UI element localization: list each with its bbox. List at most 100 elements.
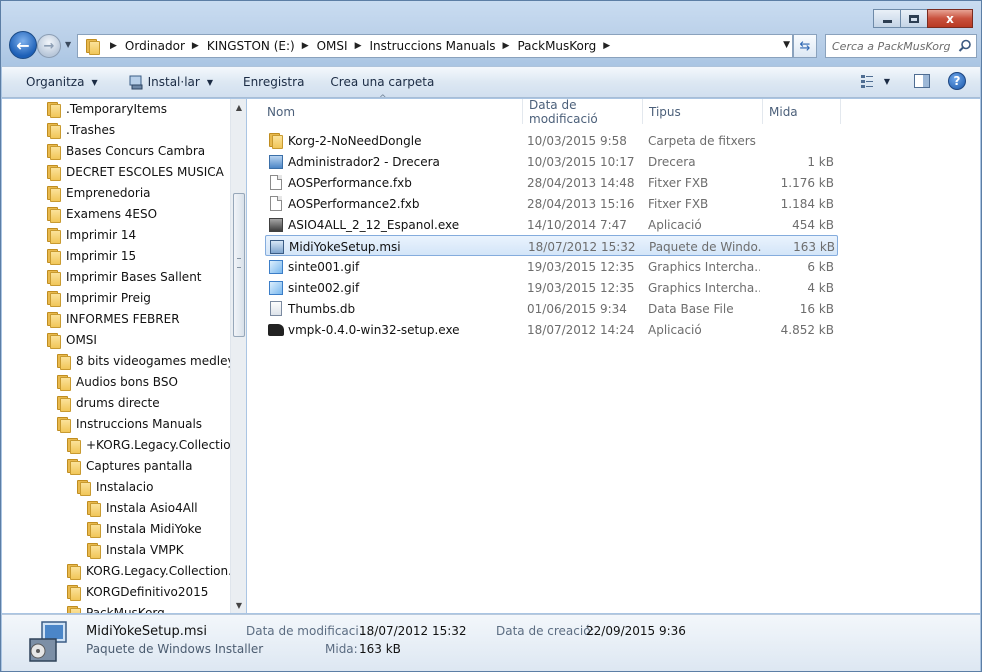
file-row[interactable]: AOSPerformance.fxb 28/04/2013 14:48 Fitxer…: [265, 172, 838, 193]
breadcrumb-item[interactable]: Ordinador: [123, 35, 187, 57]
file-row[interactable]: vmpk-0.4.0-win32-setup.exe 18/07/2012 14:…: [265, 319, 838, 340]
scroll-down-arrow[interactable]: ▼: [231, 597, 247, 613]
file-row[interactable]: AOSPerformance2.fxb 28/04/2013 15:16 Fitxe…: [265, 193, 838, 214]
file-size: [762, 130, 834, 151]
tree-item[interactable]: Instalacio: [76, 477, 153, 497]
tree-item[interactable]: drums directe: [56, 393, 160, 413]
file-row[interactable]: Administrador2 - Drecera 10/03/2015 10:17…: [265, 151, 838, 172]
tree-item-label: DECRET ESCOLES MUSICA: [66, 165, 224, 179]
file-name: vmpk-0.4.0-win32-setup.exe: [288, 322, 460, 337]
folder-icon: [66, 564, 81, 580]
folder-icon: [46, 291, 61, 307]
column-header-name[interactable]: Nom: [261, 94, 523, 124]
tree-item[interactable]: KORG.Legacy.Collection.Sp: [66, 561, 245, 581]
tree-item[interactable]: Instala VMPK: [86, 540, 184, 560]
maximize-button[interactable]: [900, 9, 928, 28]
scrollbar-thumb[interactable]: [233, 193, 245, 337]
tree-item[interactable]: Examens 4ESO: [46, 204, 157, 224]
file-name-cell: AOSPerformance.fxb: [268, 172, 518, 193]
tree-item[interactable]: Imprimir 14: [46, 225, 136, 245]
file-size: 6 kB: [807, 259, 834, 274]
organize-button[interactable]: Organitza ▼: [15, 70, 109, 94]
file-row[interactable]: ASIO4ALL_2_12_Espanol.exe 14/10/2014 7:47…: [265, 214, 838, 235]
search-input[interactable]: [832, 39, 954, 53]
preview-pane-button[interactable]: [912, 71, 932, 91]
chevron-right-icon[interactable]: ▶: [350, 41, 368, 51]
chevron-right-icon[interactable]: ▶: [297, 41, 315, 51]
tree-item[interactable]: KORGDefinitivo2015: [66, 582, 208, 602]
address-bar[interactable]: ▶ Ordinador ▶ KINGSTON (E:) ▶ OMSI ▶ Instrucci…: [77, 34, 793, 58]
tree-item[interactable]: Imprimir Preig: [46, 288, 151, 308]
tree-item[interactable]: Emprenedoria: [46, 183, 151, 203]
folder-icon: [66, 585, 81, 601]
view-options-dropdown[interactable]: ▼: [884, 77, 890, 86]
address-dropdown[interactable]: ▼: [783, 40, 790, 50]
file-row[interactable]: Thumbs.db 01/06/2015 9:34 Data Base File 16…: [265, 298, 838, 319]
tree-item[interactable]: INFORMES FEBRER: [46, 309, 180, 329]
file-row[interactable]: Korg-2-NoNeedDongle 10/03/2015 9:58 Carpet…: [265, 130, 838, 151]
record-button[interactable]: Enregistra: [232, 70, 315, 94]
file-size: 4.852 kB: [780, 322, 834, 337]
tree-item[interactable]: Instruccions Manuals: [56, 414, 202, 434]
change-view-button[interactable]: [860, 71, 880, 91]
tree-item-label: Instalacio: [96, 480, 154, 494]
folder-icon: [46, 165, 61, 181]
breadcrumb-item[interactable]: PackMusKorg: [515, 35, 598, 57]
tree-item[interactable]: OMSI: [46, 330, 97, 350]
database-icon: [268, 300, 284, 317]
chevron-right-icon[interactable]: ▶: [498, 41, 516, 51]
file-date: 14/10/2014 7:47: [527, 217, 627, 232]
back-button[interactable]: ←: [9, 31, 37, 59]
refresh-button[interactable]: ⇆: [793, 34, 817, 58]
tree-item-label: OMSI: [66, 333, 97, 347]
chevron-right-icon[interactable]: ▶: [187, 41, 205, 51]
breadcrumb-item[interactable]: Instruccions Manuals: [368, 35, 498, 57]
tree-item[interactable]: Bases Concurs Cambra: [46, 141, 205, 161]
tree-item[interactable]: Audios bons BSO: [56, 372, 178, 392]
file-row[interactable]: sinte002.gif 19/03/2015 12:35 Graphics Int…: [265, 277, 838, 298]
file-type: Graphics Intercha...: [648, 259, 760, 274]
tree-item[interactable]: .Trashes: [46, 120, 115, 140]
tree-item[interactable]: Instala Asio4All: [86, 498, 198, 518]
details-created-label: Data de creació:: [496, 624, 595, 638]
tree-item[interactable]: +KORG.Legacy.Collection.Sp: [66, 435, 245, 455]
tree-item[interactable]: Imprimir 15: [46, 246, 136, 266]
search-icon[interactable]: [958, 39, 972, 53]
folder-icon: [66, 459, 81, 475]
help-button[interactable]: ?: [948, 72, 966, 90]
file-type: Paquete de Windo...: [649, 239, 761, 254]
folder-icon: [86, 522, 101, 538]
tree-item[interactable]: DECRET ESCOLES MUSICA: [46, 162, 224, 182]
folder-icon: [56, 354, 71, 370]
tree-item[interactable]: .TemporaryItems: [46, 99, 167, 119]
file-row[interactable]: MidiYokeSetup.msi 18/07/2012 15:32 Paquete…: [265, 235, 838, 256]
file-size: 4 kB: [807, 280, 834, 295]
chevron-right-icon[interactable]: ▶: [598, 41, 616, 51]
minimize-button[interactable]: [873, 9, 901, 28]
close-button[interactable]: x: [927, 9, 973, 28]
tree-item[interactable]: Imprimir Bases Sallent: [46, 267, 202, 287]
tree-item[interactable]: Instala MidiYoke: [86, 519, 202, 539]
column-header-size[interactable]: Mida: [763, 99, 841, 124]
scroll-up-arrow[interactable]: ▲: [231, 99, 247, 115]
file-row[interactable]: sinte001.gif 19/03/2015 12:35 Graphics Int…: [265, 256, 838, 277]
file-name-cell: Thumbs.db: [268, 298, 518, 319]
document-icon-shape: [270, 195, 282, 211]
recent-pages-dropdown[interactable]: ▼: [65, 40, 75, 50]
breadcrumb-item[interactable]: KINGSTON (E:): [205, 35, 297, 57]
breadcrumb-item[interactable]: OMSI: [315, 35, 350, 57]
tree-item-label: .TemporaryItems: [66, 102, 168, 116]
navigation-scrollbar[interactable]: ▲ ▼: [230, 99, 246, 613]
new-folder-button[interactable]: Crea una carpeta: [319, 70, 445, 94]
tree-item[interactable]: 8 bits videogames medley: [56, 351, 235, 371]
forward-arrow-icon: →: [43, 38, 55, 54]
forward-button[interactable]: →: [37, 34, 61, 58]
file-name: sinte002.gif: [288, 280, 360, 295]
folder-icon: [46, 207, 61, 223]
tree-item[interactable]: Captures pantalla: [66, 456, 192, 476]
tree-item[interactable]: PackMusKorg: [66, 603, 165, 613]
install-button[interactable]: Instal·lar ▼: [117, 70, 224, 94]
folder-icon: [46, 123, 61, 139]
column-header-date[interactable]: Data de modificació: [523, 98, 643, 126]
column-header-type[interactable]: Tipus: [643, 99, 763, 124]
